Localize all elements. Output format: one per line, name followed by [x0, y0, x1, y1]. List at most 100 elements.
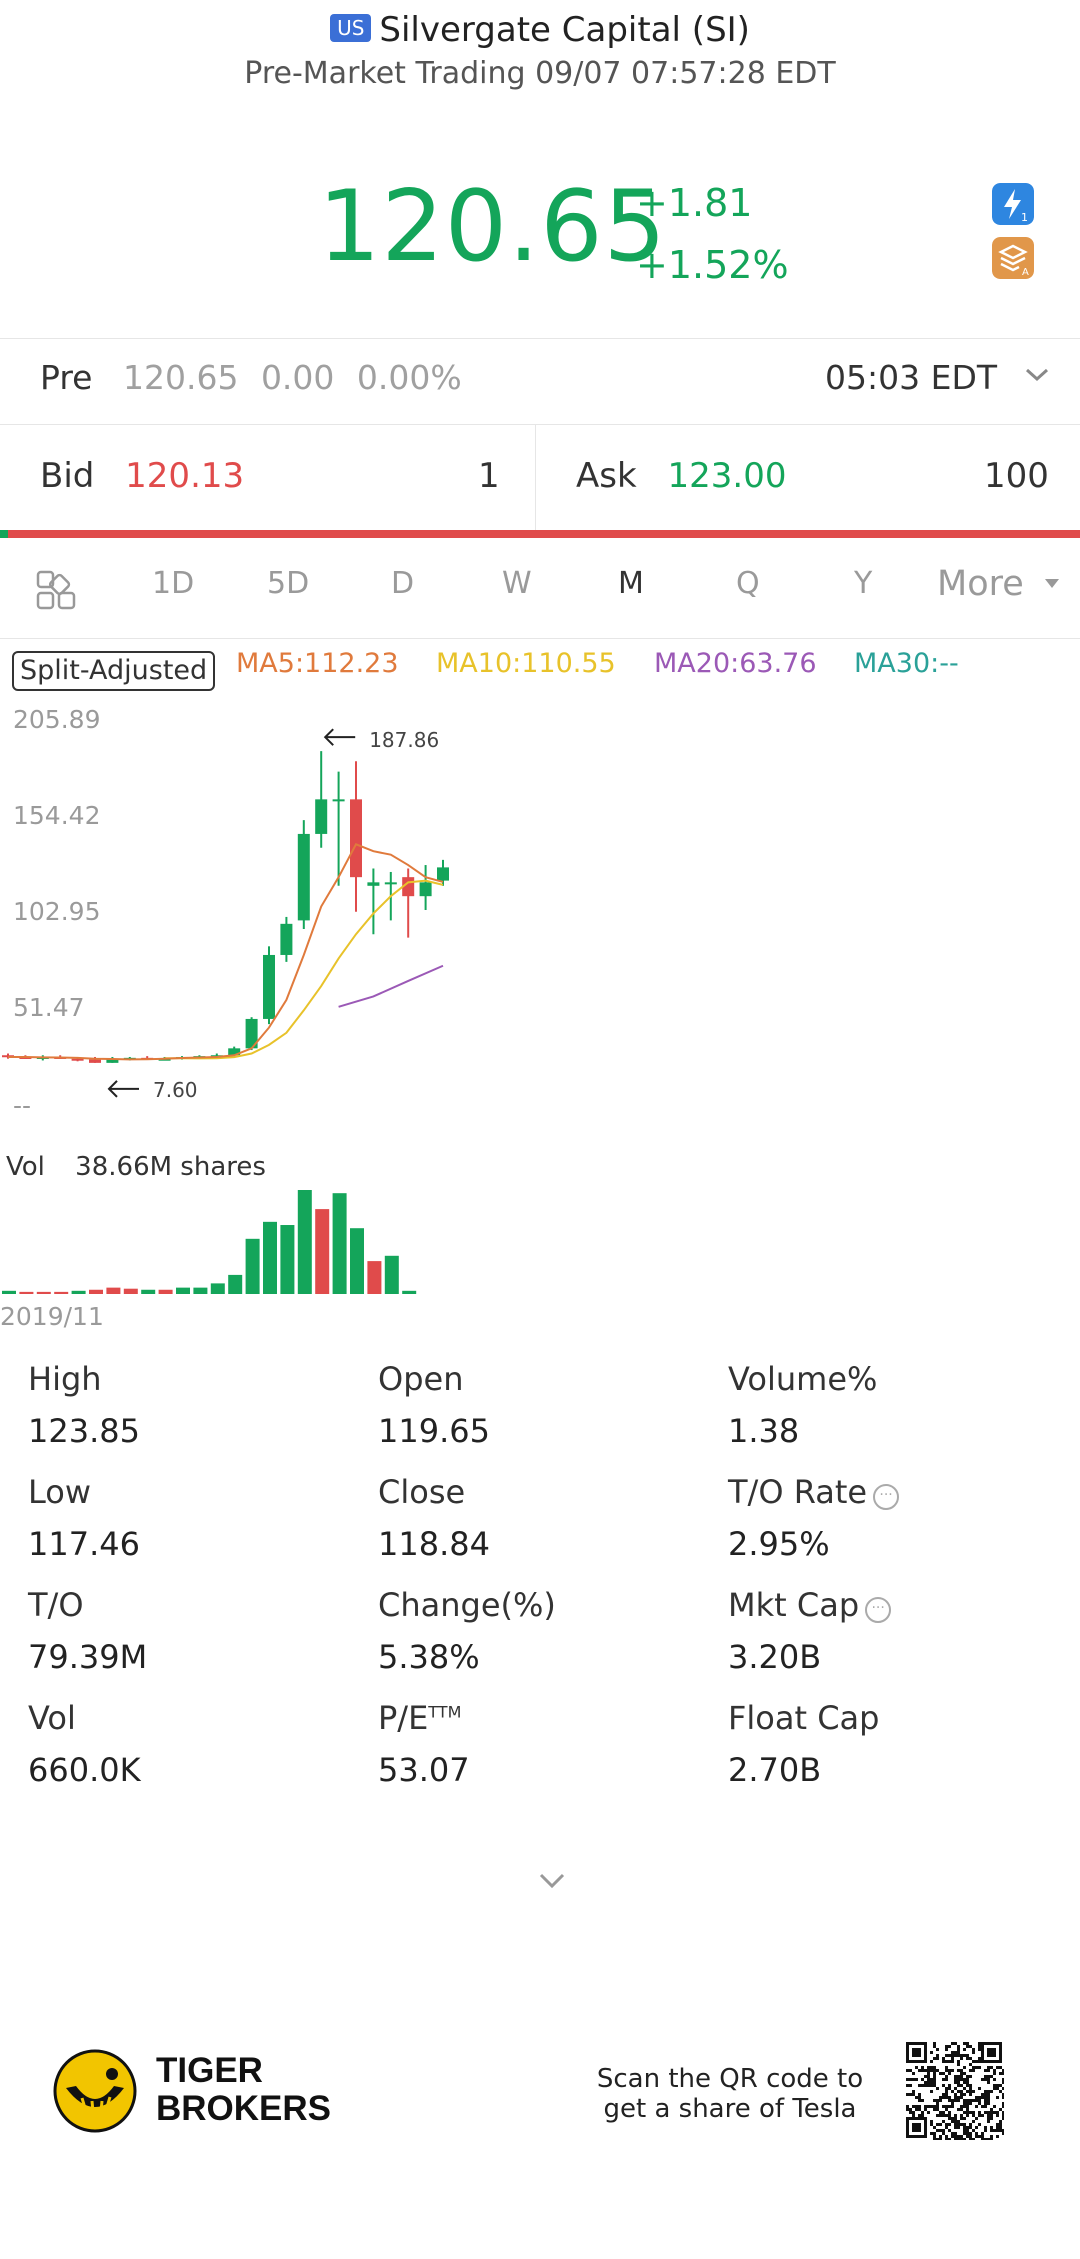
expand-button[interactable] [536, 1870, 568, 1896]
max-arrow-icon [323, 728, 356, 746]
last-price: 120.65 [318, 170, 667, 284]
stat-label-text: Close [378, 1473, 466, 1511]
volume-bar [402, 1290, 417, 1294]
qr-code-icon[interactable] [906, 2042, 1004, 2140]
pre-label: Pre [40, 358, 93, 397]
layers-icon: A [992, 237, 1034, 279]
tab-1d[interactable]: 1D [152, 566, 194, 601]
stat-label-text: Volume% [728, 1360, 878, 1398]
stat-label: Change(%) [378, 1586, 556, 1624]
tab-d[interactable]: D [391, 566, 414, 601]
tab-more[interactable]: More [937, 564, 1061, 604]
price-change: +1.81 [636, 181, 753, 225]
stat-label-text: Float Cap [728, 1699, 880, 1737]
candle-body [263, 954, 275, 1019]
info-icon[interactable]: ··· [865, 1597, 892, 1623]
volume-bar [384, 1255, 399, 1294]
volume-bar [19, 1291, 34, 1294]
stat-label-text: Mkt Cap [728, 1586, 860, 1624]
stat-label: P/ETTM [378, 1699, 461, 1737]
ask-row: Ask 123.00 [576, 456, 786, 496]
stat-value: 2.70B [728, 1751, 822, 1789]
stock-name: Silvergate Capital (SI) [379, 10, 750, 50]
stat-label: High [28, 1360, 102, 1398]
stat-value: 53.07 [378, 1751, 470, 1789]
info-icon[interactable]: ··· [873, 1484, 900, 1510]
chevron-down-icon [1025, 368, 1048, 382]
chevron-down-icon [539, 1873, 565, 1889]
tab-m[interactable]: M [618, 566, 644, 601]
volume-bar [158, 1289, 173, 1294]
stat-label-text: Vol [28, 1699, 76, 1737]
volume-bar [350, 1228, 364, 1294]
price-change-percent: +1.52% [636, 243, 789, 287]
volume-bar [106, 1287, 121, 1294]
volume-legend: Vol 38.66M shares [6, 1152, 266, 1182]
split-adjusted-toggle[interactable]: Split-Adjusted [12, 651, 216, 691]
bid-row: Bid 120.13 [40, 456, 244, 496]
stat-label[interactable]: Mkt Cap ··· [728, 1586, 892, 1624]
stat-label-text: High [28, 1360, 102, 1398]
ma20-label: MA20:63.76 [654, 648, 817, 679]
tab-q[interactable]: Q [736, 566, 760, 601]
stat-value: 3.20B [728, 1638, 822, 1676]
stat-label: Open [378, 1360, 463, 1398]
volume-bar [332, 1193, 347, 1294]
ma20-line [338, 964, 444, 1008]
candle-body [419, 882, 432, 897]
pre-percent: 0.00% [356, 358, 462, 397]
chart-layout-button[interactable] [36, 570, 76, 614]
session-time: 05:03 EDT [825, 358, 998, 397]
volume-bar [141, 1289, 156, 1294]
candle-body [297, 833, 310, 921]
stock-title: US Silvergate Capital (SI) [0, 10, 1080, 50]
price-change-group: +1.81 +1.52% [636, 172, 789, 296]
volume-bar [54, 1291, 69, 1294]
ask-quantity: 100 [984, 456, 1049, 496]
bid-label: Bid [40, 456, 95, 496]
tiger-logo [52, 2048, 138, 2138]
volume-bar [123, 1288, 138, 1294]
volume-bar [71, 1290, 86, 1294]
candle-body [315, 799, 328, 834]
layers-button[interactable]: A [992, 237, 1034, 283]
tab-y[interactable]: Y [854, 566, 872, 601]
stat-label: Float Cap [728, 1699, 879, 1737]
stat-value: 79.39M [28, 1638, 148, 1676]
candle-body [384, 882, 397, 885]
ask-label: Ask [576, 456, 637, 496]
trading-status: Pre-Market Trading 09/07 07:57:28 EDT [244, 56, 836, 91]
bid-ask-ratio-bar [0, 530, 1080, 538]
volume-bar [228, 1274, 243, 1294]
stat-label-superscript: TTM [428, 1702, 462, 1722]
volume-total: 38.66M shares [75, 1152, 266, 1182]
market-badge: US [330, 14, 372, 42]
stat-value: 5.38% [378, 1638, 480, 1676]
ma5-line [8, 843, 444, 1061]
min-arrow-icon [107, 1080, 139, 1098]
volume-bar [367, 1261, 382, 1294]
lightning-button[interactable]: 1 [992, 183, 1034, 229]
qr-promo-text: Scan the QR code to get a share of Tesla [590, 2064, 870, 2124]
stat-value: 118.84 [378, 1525, 490, 1563]
svg-text:1: 1 [1021, 211, 1028, 224]
brand-line-1: TIGER [156, 2051, 263, 2090]
svg-text:A: A [1022, 267, 1029, 278]
max-price-label: 187.86 [369, 728, 439, 752]
qr-line-1: Scan the QR code to [596, 2064, 864, 2094]
session-time-dropdown[interactable]: 05:03 EDT [825, 358, 1052, 397]
stat-value: 660.0K [28, 1751, 141, 1789]
volume-bar [210, 1283, 225, 1294]
tab-w[interactable]: W [502, 566, 532, 601]
ask-price: 123.00 [667, 456, 787, 496]
stat-label[interactable]: T/O Rate ··· [728, 1473, 900, 1511]
ma30-label: MA30:-- [854, 648, 959, 679]
volume-bar [263, 1221, 277, 1294]
tab-5d[interactable]: 5D [267, 566, 309, 601]
volume-bar [245, 1238, 260, 1294]
volume-chart [2, 1190, 417, 1294]
pre-change: 0.00 [260, 358, 335, 397]
ma10-label: MA10:110.55 [436, 648, 616, 679]
stat-label-text: Low [28, 1473, 92, 1511]
divider [535, 424, 536, 530]
